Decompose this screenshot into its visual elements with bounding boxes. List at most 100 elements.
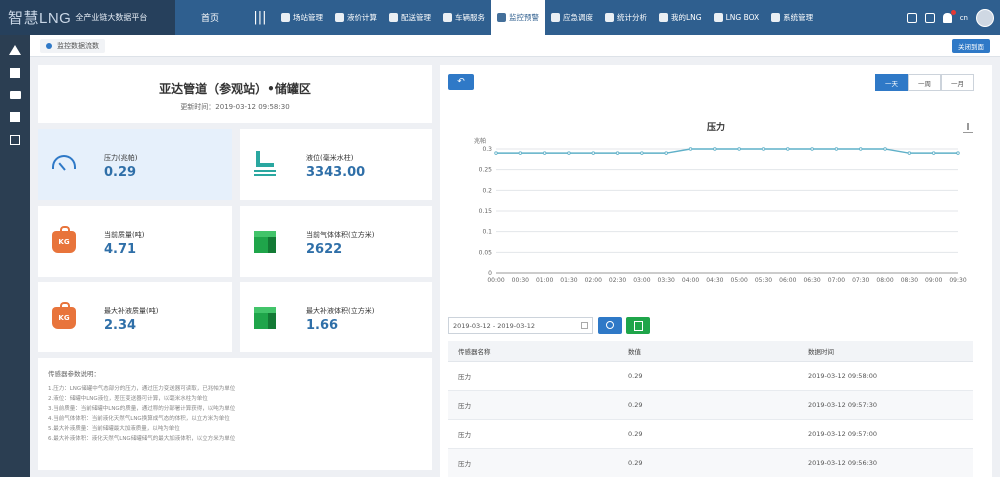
camera-icon[interactable] xyxy=(9,91,21,99)
station-icon xyxy=(281,13,290,22)
data-point xyxy=(518,151,523,155)
document-icon[interactable] xyxy=(10,112,20,122)
calendar-icon[interactable] xyxy=(10,135,20,145)
metric-value: 1.66 xyxy=(306,318,339,333)
brand[interactable]: 智慧LNG 全产业链大数据平台 xyxy=(0,0,175,35)
x-tick-label: 03:30 xyxy=(658,277,675,284)
metric-max-refill-mass[interactable]: KG 最大补液质量(吨) 2.34 xyxy=(38,282,232,352)
search-button[interactable] xyxy=(598,317,622,334)
calendar-icon xyxy=(581,322,588,329)
metric-value: 4.71 xyxy=(104,242,137,257)
close-all-button[interactable]: 关闭到面 xyxy=(952,39,990,53)
table-cell: 0.29 xyxy=(618,390,798,420)
nav-item[interactable]: 应急调度 xyxy=(545,0,599,35)
x-tick-label: 01:30 xyxy=(560,277,577,284)
weight-kg-icon: KG xyxy=(52,226,76,253)
data-point xyxy=(640,151,644,155)
emergency-icon xyxy=(551,13,560,22)
date-range-input[interactable]: 2019-03-12 - 2019-03-12 xyxy=(448,317,593,334)
monitor-icon xyxy=(497,13,506,22)
nav-item[interactable]: LNG BOX xyxy=(708,0,766,35)
x-tick-label: 04:00 xyxy=(682,277,699,284)
gauge-icon xyxy=(52,155,76,169)
data-point xyxy=(737,147,741,151)
nav-item[interactable]: 监控预警 xyxy=(491,0,545,35)
fullscreen-icon[interactable] xyxy=(906,12,917,23)
table-cell: 压力 xyxy=(448,390,618,420)
data-point xyxy=(591,151,595,155)
nav-item[interactable]: 配送管理 xyxy=(383,0,437,35)
range-day-button[interactable]: 一天 xyxy=(875,74,908,91)
x-tick-label: 03:00 xyxy=(633,277,650,284)
y-axis-label: 兆帕 xyxy=(474,137,486,145)
tab-monitor-data[interactable]: 监控数据流数 xyxy=(40,39,105,53)
menu-grid-icon[interactable]: ||| xyxy=(245,10,275,25)
tab-bar: 监控数据流数 关闭到面 xyxy=(30,35,1000,57)
table-row[interactable]: 压力 0.29 2019-03-12 09:57:30 xyxy=(448,390,973,420)
export-button[interactable] xyxy=(626,317,650,334)
nav-item-label: 系统管理 xyxy=(783,13,814,22)
update-time: 更新时间：2019-03-12 09:58:30 xyxy=(180,103,290,111)
sensor-data-table: 传感器名称 数值 数据时间 压力 0.29 2019-03-12 09:58:00 压力 0… xyxy=(448,341,973,477)
tab-label: 监控数据流数 xyxy=(57,42,99,50)
x-tick-label: 00:00 xyxy=(487,277,504,284)
x-tick-label: 09:30 xyxy=(949,277,966,284)
table-cell: 0.29 xyxy=(618,448,798,477)
table-header-row: 传感器名称 数值 数据时间 xyxy=(448,341,973,362)
metric-max-refill-volume[interactable]: 最大补液体积(立方米) 1.66 xyxy=(240,282,432,352)
nav-item-label: 统计分析 xyxy=(617,13,647,22)
table-cell: 2019-03-12 09:56:30 xyxy=(798,448,973,477)
range-month-button[interactable]: 一月 xyxy=(941,74,974,91)
sensor-description: 传感器参数说明： 1.压力：LNG储罐中气态部分的压力，通过压力变送器可读取，已… xyxy=(38,358,432,470)
nav-item[interactable]: 车辆服务 xyxy=(437,0,491,35)
data-point xyxy=(713,147,717,151)
box-icon xyxy=(713,13,723,22)
nav-item[interactable]: 我的LNG xyxy=(653,0,708,35)
nav-item-label: 场站管理 xyxy=(293,13,323,22)
metric-current-mass[interactable]: KG 当前质量(吨) 4.71 xyxy=(38,206,232,277)
station-title: 亚达管道（参观站）•储罐区 xyxy=(159,82,311,96)
metric-level[interactable]: 液位(毫米水柱) 3343.00 xyxy=(240,129,432,200)
table-header-cell: 数据时间 xyxy=(798,341,973,362)
system-icon xyxy=(771,13,781,22)
back-button[interactable]: ↶ xyxy=(448,74,474,90)
data-point xyxy=(615,151,620,155)
metric-gas-volume[interactable]: 当前气体体积(立方米) 2622 xyxy=(240,206,432,277)
warning-icon[interactable] xyxy=(9,45,21,55)
sensor-description-line: 3.当前质量：当前储罐中LNG的质量，通过称的分部署计算获得，以吨为单位 xyxy=(48,406,236,412)
nav-home[interactable]: 首页 xyxy=(175,11,245,24)
nav-item[interactable]: 系统管理 xyxy=(765,0,819,35)
x-tick-label: 05:00 xyxy=(731,277,748,284)
data-point xyxy=(688,147,693,151)
table-row[interactable]: 压力 0.29 2019-03-12 09:57:00 xyxy=(448,419,973,449)
avatar[interactable] xyxy=(976,8,994,27)
sensor-description-line: 4.当前气体体积：当前液化天然气LNG换算成气态的体积，以立方米为单位 xyxy=(48,416,230,422)
x-tick-label: 02:30 xyxy=(609,277,626,284)
range-week-button[interactable]: 一周 xyxy=(908,74,941,91)
bell-icon[interactable] xyxy=(942,9,956,23)
metric-label: 压力(兆帕) xyxy=(104,154,138,162)
language-select[interactable]: cn xyxy=(960,14,968,22)
y-tick-label: 0.1 xyxy=(482,229,492,236)
nav-item[interactable]: 液价计算 xyxy=(329,0,383,35)
sidebar xyxy=(0,35,30,477)
table-row[interactable]: 压力 0.29 2019-03-12 09:56:30 xyxy=(448,448,973,477)
metric-pressure[interactable]: 压力(兆帕) 0.29 xyxy=(38,129,232,200)
stats-icon xyxy=(605,13,614,22)
y-tick-label: 0.05 xyxy=(479,249,493,256)
nav-item[interactable]: 场站管理 xyxy=(275,0,329,35)
table-cell: 压力 xyxy=(448,419,618,449)
table-header-cell: 传感器名称 xyxy=(448,341,618,362)
data-point xyxy=(956,151,960,155)
table-cell: 2019-03-12 09:58:00 xyxy=(798,361,973,391)
cube-icon xyxy=(254,231,276,253)
lock-icon[interactable] xyxy=(924,12,935,23)
sensor-description-line: 5.最大补液质量：当前储罐最大加液质量，以吨为单位 xyxy=(48,426,180,432)
weight-kg-icon: KG xyxy=(52,302,76,329)
x-tick-label: 06:00 xyxy=(779,277,796,284)
chart-icon[interactable] xyxy=(10,68,20,78)
table-cell: 0.29 xyxy=(618,361,798,391)
nav-item[interactable]: 统计分析 xyxy=(599,0,653,35)
y-tick-label: 0.15 xyxy=(479,208,493,215)
table-row[interactable]: 压力 0.29 2019-03-12 09:58:00 xyxy=(448,361,973,391)
